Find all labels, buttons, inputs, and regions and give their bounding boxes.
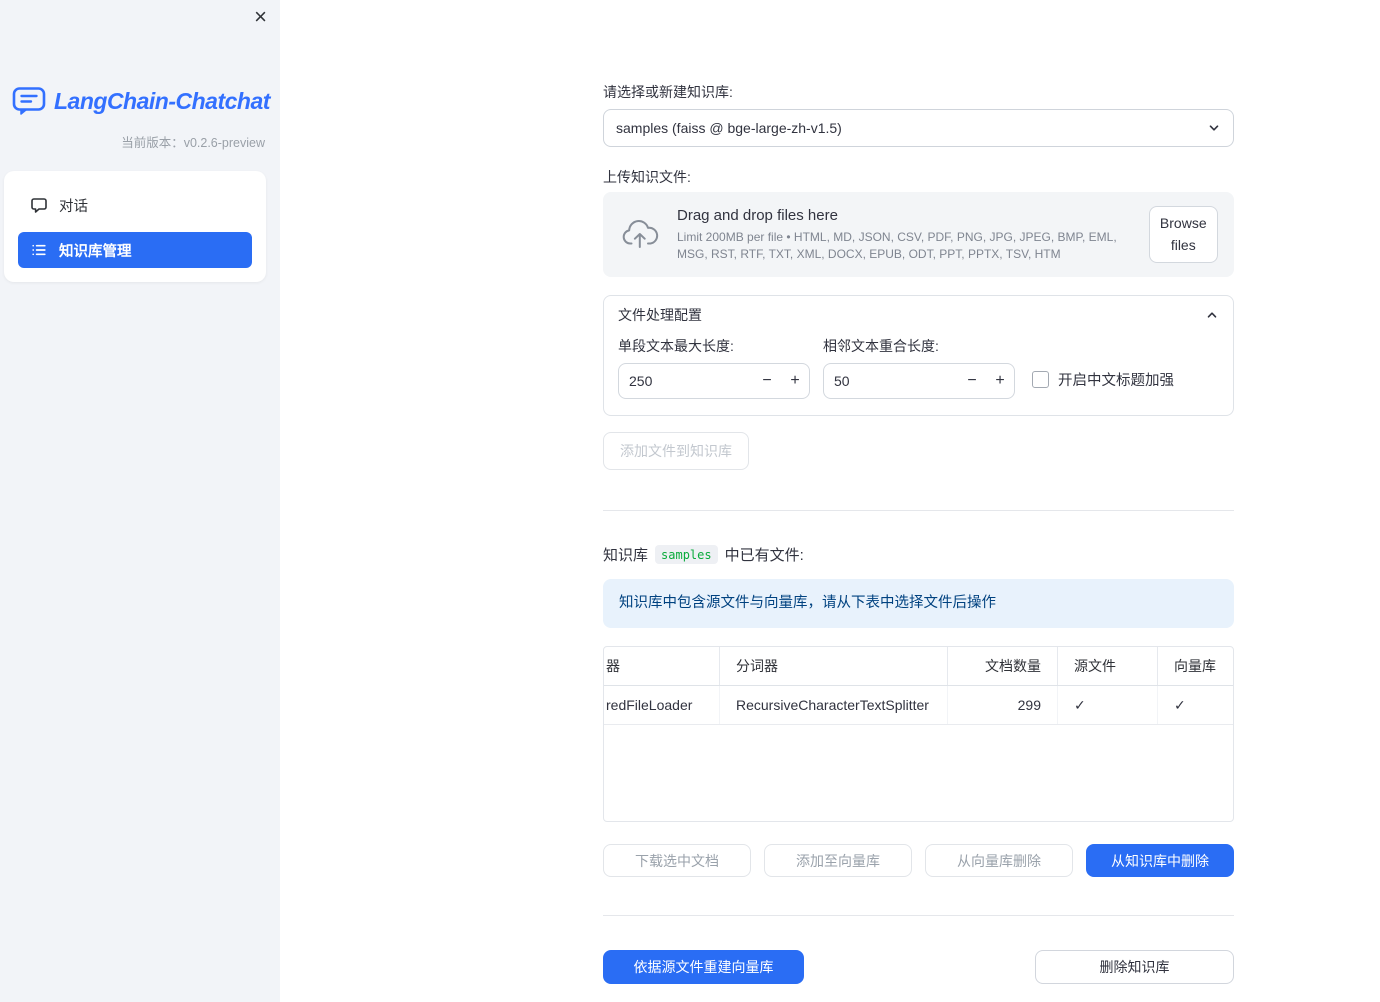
zh-title-enhance-checkbox[interactable] (1032, 371, 1049, 389)
existing-files-suffix: 中已有文件: (724, 547, 804, 565)
table-header-row: 器 分词器 文档数量 源文件 向量库 (604, 647, 1233, 687)
overlap-size-field: 相邻文本重合长度: 50 − + (823, 336, 1015, 400)
table-row[interactable]: redFileLoader RecursiveCharacterTextSpli… (604, 686, 1233, 726)
info-banner: 知识库中包含源文件与向量库，请从下表中选择文件后操作 (603, 579, 1234, 629)
upload-label: 上传知识文件: (603, 169, 691, 185)
kb-files-table[interactable]: 器 分词器 文档数量 源文件 向量库 redFileLoader Recursi… (603, 646, 1234, 823)
overlap-size-input[interactable]: 50 − + (823, 363, 1015, 400)
delete-from-kb-button[interactable]: 从知识库中删除 (1086, 844, 1234, 878)
sidebar-item-label: 知识库管理 (59, 243, 132, 260)
add-files-to-kb-button[interactable]: 添加文件到知识库 (603, 432, 749, 471)
sidebar-item-label: 对话 (59, 198, 88, 215)
sidebar-close-icon[interactable]: × (254, 3, 267, 32)
col-header-doc-count[interactable]: 文档数量 (948, 647, 1058, 686)
cell-vector-check: ✓ (1174, 696, 1186, 713)
delete-kb-button[interactable]: 删除知识库 (1035, 950, 1234, 985)
kb-select-value: samples (faiss @ bge-large-zh-v1.5) (616, 120, 842, 136)
overlap-size-value: 50 (834, 373, 850, 390)
cell-source-check: ✓ (1058, 686, 1158, 725)
chunk-size-decrement-button[interactable]: − (753, 372, 781, 390)
download-selected-button[interactable]: 下载选中文档 (603, 844, 751, 878)
chunk-size-input[interactable]: 250 − + (618, 363, 810, 400)
overlap-size-label: 相邻文本重合长度: (823, 338, 939, 355)
divider (603, 915, 1234, 917)
sidebar-item-knowledge-base[interactable]: 知识库管理 (18, 232, 252, 268)
chevron-down-icon (1207, 121, 1221, 135)
kb-name-code: samples (655, 545, 718, 565)
dropzone-texts: Drag and drop files here Limit 200MB per… (677, 207, 1133, 262)
kb-select[interactable]: samples (faiss @ bge-large-zh-v1.5) (603, 109, 1234, 147)
chunk-size-label: 单段文本最大长度: (618, 338, 734, 355)
file-dropzone[interactable]: Drag and drop files here Limit 200MB per… (603, 192, 1234, 278)
kb-select-label: 请选择或新建知识库: (603, 84, 733, 100)
file-config-expander: 文件处理配置 单段文本最大长度: 250 − + 相邻文本重合长度: 50 − … (603, 295, 1234, 417)
version-label: 当前版本：v0.2.6-preview (121, 136, 265, 150)
cell-loader: redFileLoader (604, 686, 720, 725)
chunk-size-value: 250 (629, 373, 653, 390)
rebuild-vector-store-button[interactable]: 依据源文件重建向量库 (603, 950, 804, 985)
file-config-title: 文件处理配置 (618, 307, 702, 324)
divider (603, 510, 1234, 512)
kb-footer-buttons: 依据源文件重建向量库 删除知识库 (603, 950, 1234, 985)
app-logo: LangChain-Chatchat (0, 0, 280, 116)
dropzone-limit-text: Limit 200MB per file • HTML, MD, JSON, C… (677, 230, 1117, 261)
col-header-source-file[interactable]: 源文件 (1058, 647, 1158, 686)
cell-splitter: RecursiveCharacterTextSplitter (720, 686, 948, 725)
app-title: LangChain-Chatchat (54, 87, 270, 114)
add-to-vector-store-button[interactable]: 添加至向量库 (764, 844, 912, 878)
col-header-splitter[interactable]: 分词器 (720, 647, 948, 686)
browse-files-button[interactable]: Browse files (1148, 206, 1218, 264)
sidebar-nav: 对话 知识库管理 (4, 171, 266, 282)
delete-from-vector-store-button[interactable]: 从向量库删除 (925, 844, 1073, 878)
chat-bubble-icon (30, 196, 48, 214)
file-config-expander-header[interactable]: 文件处理配置 (604, 296, 1233, 334)
existing-files-heading: 知识库 samples 中已有文件: (603, 544, 1234, 565)
sidebar: × LangChain-Chatchat 当前版本：v0.2.6-preview… (0, 0, 280, 1002)
chevron-up-icon (1205, 308, 1219, 322)
zh-title-enhance-group: 开启中文标题加强 (1032, 369, 1174, 390)
dropzone-instruction: Drag and drop files here (677, 207, 838, 225)
existing-files-prefix: 知识库 (603, 547, 649, 565)
list-icon (30, 241, 48, 259)
main-content: 请选择或新建知识库: samples (faiss @ bge-large-zh… (603, 0, 1234, 985)
col-header-loader[interactable]: 器 (604, 647, 720, 686)
overlap-size-decrement-button[interactable]: − (958, 372, 986, 390)
logo-chat-icon (12, 86, 46, 116)
col-header-vector-store[interactable]: 向量库 (1158, 647, 1233, 685)
table-action-buttons: 下载选中文档 添加至向量库 从向量库删除 从知识库中删除 (603, 844, 1234, 878)
chunk-size-field: 单段文本最大长度: 250 − + (618, 336, 810, 400)
cell-doc-count: 299 (948, 686, 1058, 725)
chunk-size-increment-button[interactable]: + (781, 372, 809, 390)
overlap-size-increment-button[interactable]: + (986, 372, 1014, 390)
file-config-body: 单段文本最大长度: 250 − + 相邻文本重合长度: 50 − + 开启中文标… (604, 334, 1233, 415)
cloud-upload-icon (619, 219, 661, 250)
sidebar-item-dialogue[interactable]: 对话 (18, 187, 252, 223)
zh-title-enhance-label: 开启中文标题加强 (1058, 373, 1174, 390)
